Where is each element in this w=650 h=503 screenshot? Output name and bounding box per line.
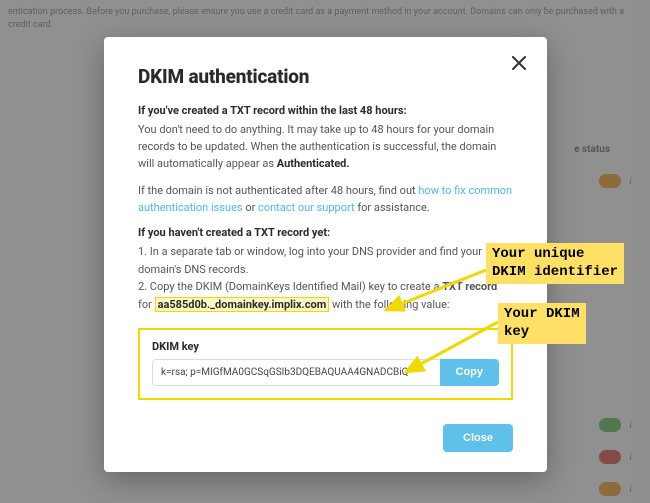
close-icon[interactable] <box>509 53 529 73</box>
text-strong: Authenticated. <box>277 157 350 170</box>
text: with the following value: <box>329 298 449 311</box>
text: for <box>138 298 155 311</box>
copy-button[interactable]: Copy <box>440 359 500 386</box>
callout-key: Your DKIM key <box>498 303 586 344</box>
text: If the domain is not authenticated after… <box>138 184 418 197</box>
step-1: 1. In a separate tab or window, log into… <box>138 243 513 278</box>
dkim-identifier: aa585d0b._domainkey.implix.com <box>155 297 330 312</box>
text: 2. Copy the DKIM (DomainKeys Identified … <box>138 280 442 293</box>
lead-not-created: If you haven't created a TXT record yet: <box>138 226 513 239</box>
lead-created: If you've created a TXT record within th… <box>138 104 513 117</box>
dkim-key-label: DKIM key <box>152 340 499 353</box>
callout-identifier: Your unique DKIM identifier <box>486 243 624 284</box>
para-created-body: You don't need to do anything. It may ta… <box>138 121 513 172</box>
link-contact-support[interactable]: contact our support <box>258 201 355 214</box>
close-button[interactable]: Close <box>443 424 513 452</box>
modal-title: DKIM authentication <box>138 65 513 88</box>
para-not-auth: If the domain is not authenticated after… <box>138 182 513 216</box>
dkim-auth-modal: DKIM authentication If you've created a … <box>104 37 547 472</box>
step-2: 2. Copy the DKIM (DomainKeys Identified … <box>138 278 513 313</box>
dkim-key-input[interactable] <box>152 359 440 386</box>
text: for assistance. <box>355 201 430 214</box>
text: or <box>243 201 258 214</box>
dkim-key-block: DKIM key Copy <box>138 328 513 400</box>
steps: 1. In a separate tab or window, log into… <box>138 243 513 313</box>
